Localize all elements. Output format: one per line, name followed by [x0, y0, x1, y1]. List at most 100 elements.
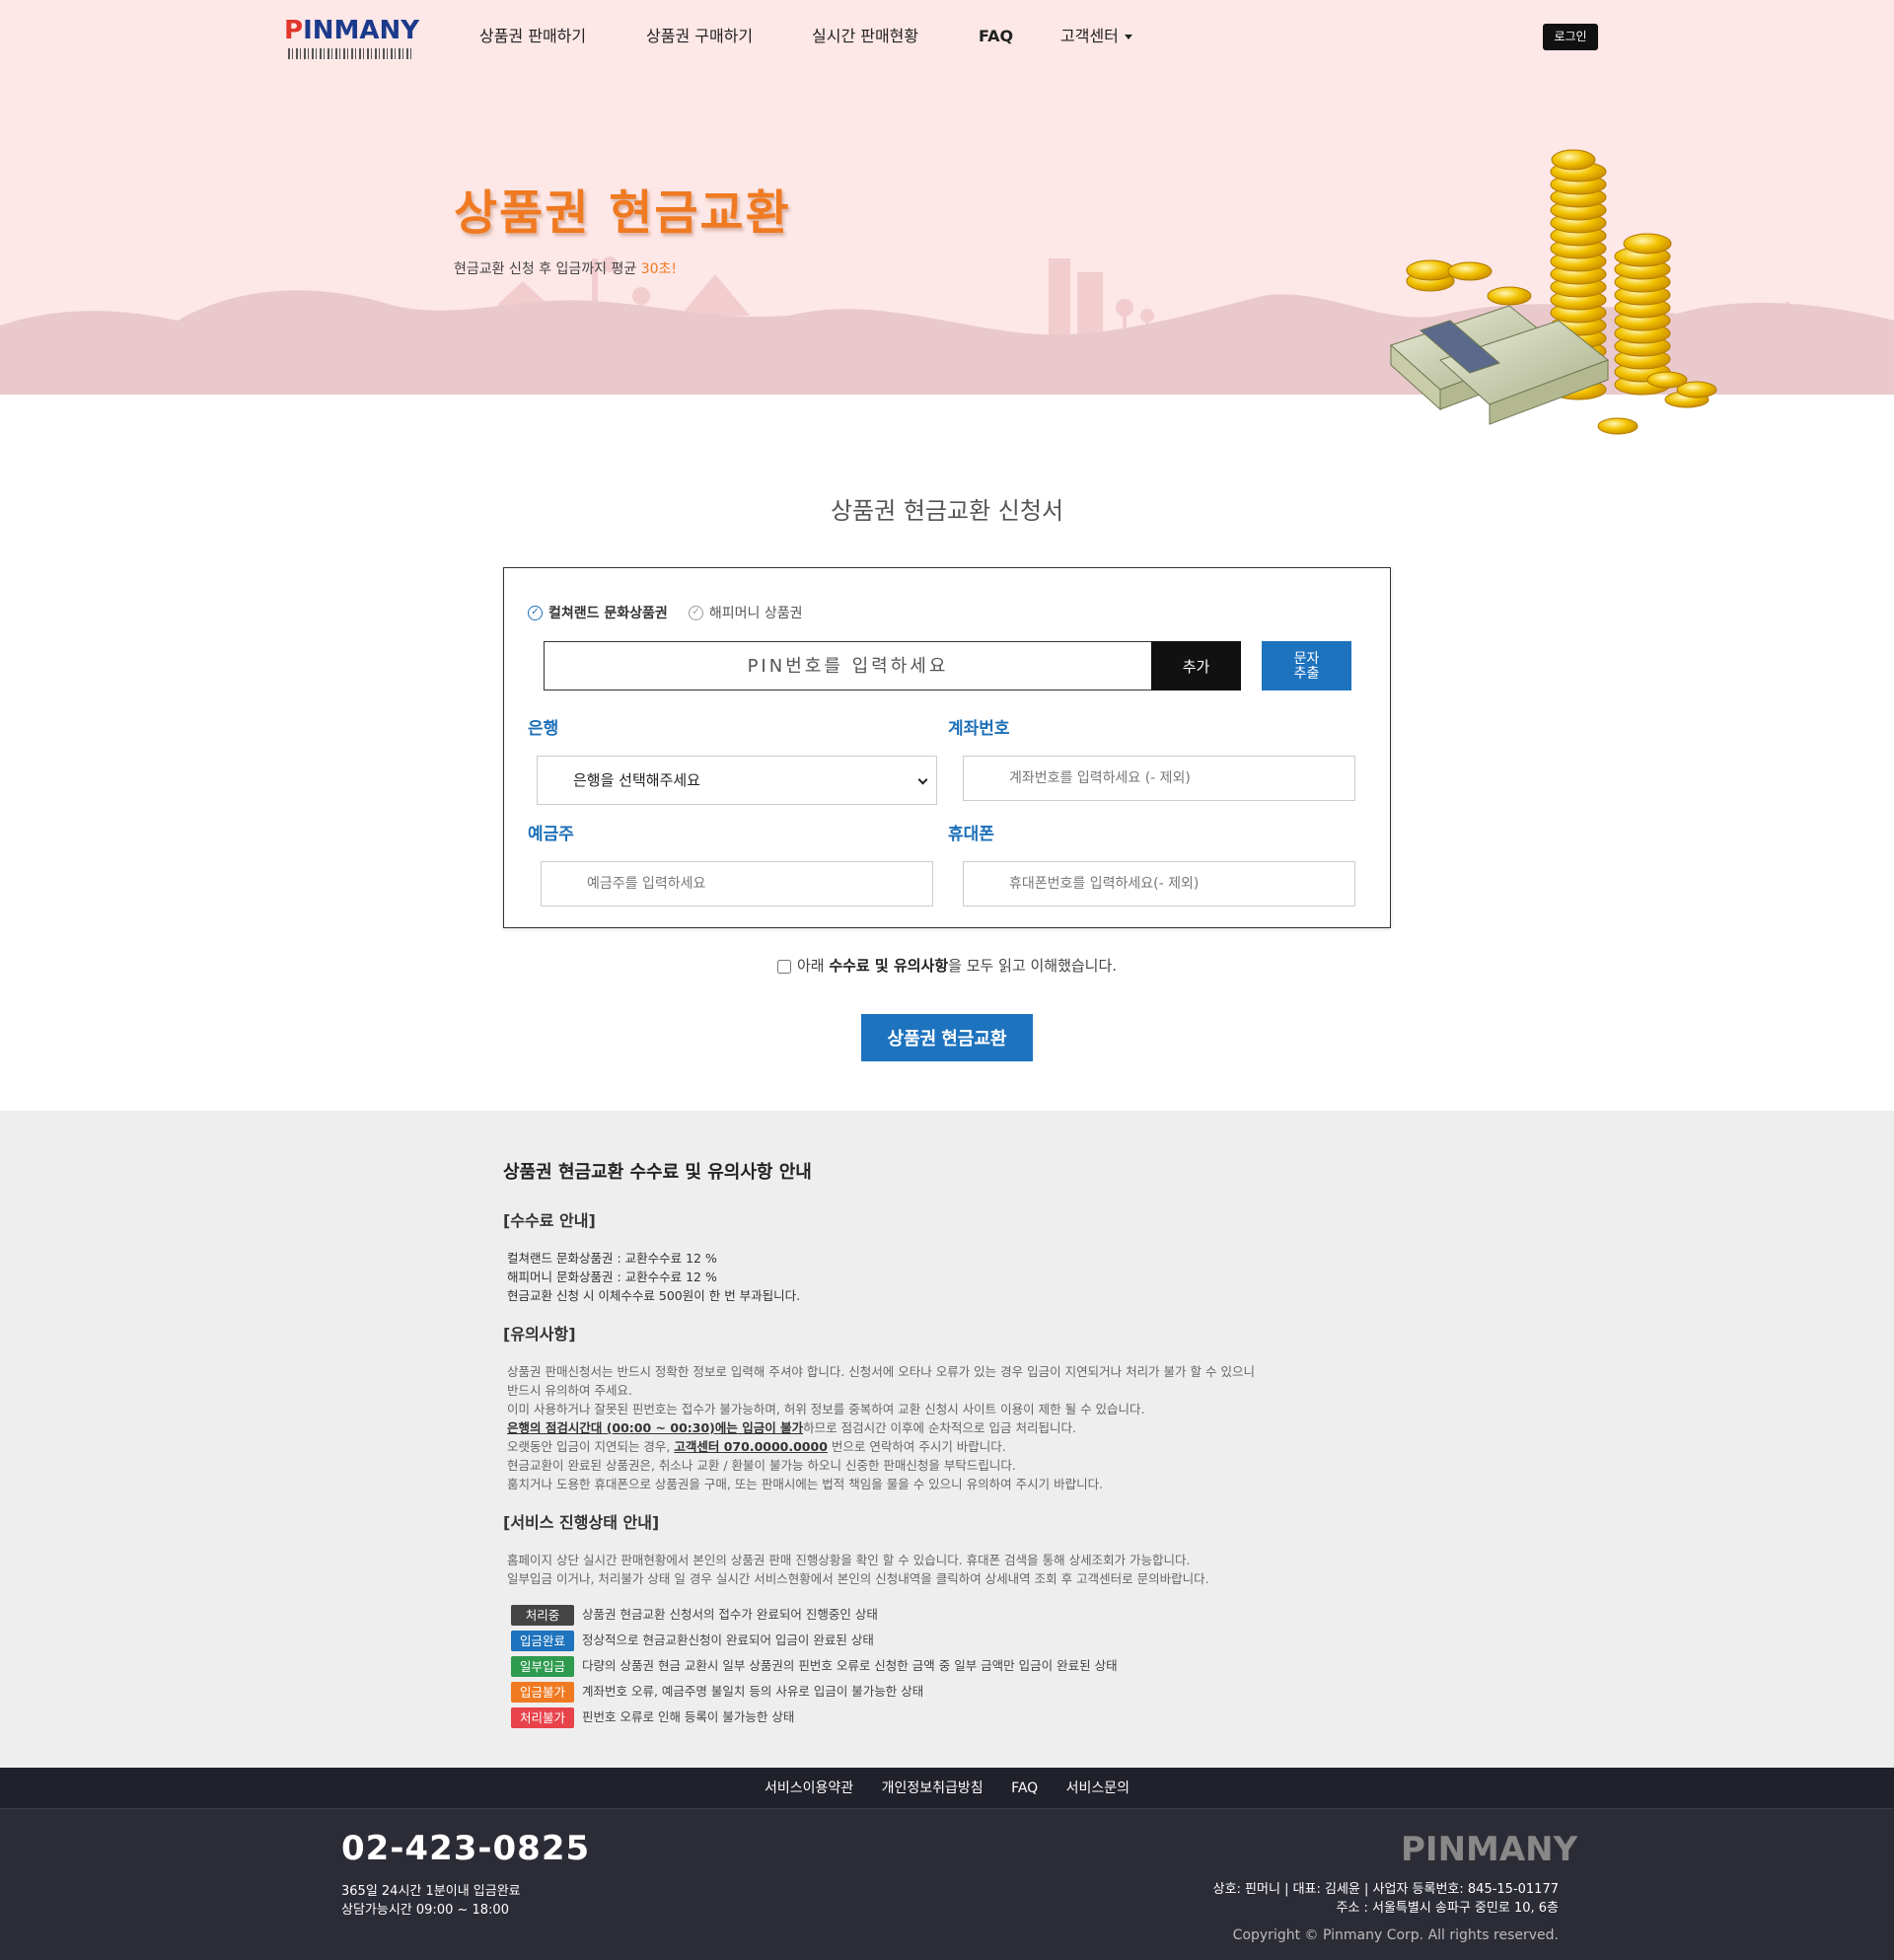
maintenance-notice: 은행의 점검시간대 (00:00 ~ 00:30)에는 입금이 불가 — [507, 1420, 804, 1435]
footer-link-terms[interactable]: 서비스이용약관 — [765, 1780, 853, 1796]
caution-line: 상품권 판매신청서는 반드시 정확한 정보로 입력해 주셔야 합니다. 신청서에… — [507, 1364, 1255, 1379]
caution-title: [유의사항] — [503, 1325, 576, 1343]
radio-happymoney-label: 해피머니 상품권 — [708, 605, 803, 621]
agree-text-pre: 아래 — [796, 957, 830, 975]
notice-title: 상품권 현금교환 수수료 및 유의사항 안내 — [503, 1162, 812, 1183]
status-row: 처리중 상품권 현금교환 신청서의 접수가 완료되어 진행중인 상태 — [511, 1604, 1391, 1630]
nav-buy[interactable]: 상품권 구매하기 — [646, 25, 753, 48]
nav-support-label: 고객센터 — [1060, 27, 1119, 45]
status-badge: 처리중 — [511, 1605, 574, 1626]
status-row: 입금불가 계좌번호 오류, 예금주명 불일치 등의 사유로 입금이 불가능한 상태 — [511, 1681, 1391, 1706]
caution-line: 반드시 유의하여 주세요. — [507, 1383, 632, 1398]
agree-text-strong: 수수료 및 유의사항 — [829, 957, 949, 975]
support-phone-link[interactable]: 고객센터 070.0000.0000 — [674, 1439, 828, 1454]
status-badge: 처리불가 — [511, 1707, 574, 1728]
status-desc: 정상적으로 현금교환신청이 완료되어 입금이 완료된 상태 — [582, 1633, 874, 1647]
voucher-type-radios: ✓ 컬쳐랜드 문화상품권 ✓ 해피머니 상품권 — [528, 602, 819, 621]
footer-company-info: 상호: 핀머니 | 대표: 김세윤 | 사업자 등록번호: 845-15-011… — [986, 1880, 1559, 1918]
footer-link-inquiry[interactable]: 서비스문의 — [1066, 1780, 1129, 1796]
account-holder-input[interactable] — [541, 861, 933, 907]
radio-happymoney[interactable]: ✓ 해피머니 상품권 — [688, 603, 803, 622]
fee-line: 해피머니 문화상품권 : 교환수수료 12 % — [507, 1270, 717, 1284]
fee-block: [수수료 안내] 컬쳐랜드 문화상품권 : 교환수수료 12 % 해피머니 문화… — [503, 1207, 1391, 1305]
footer-logo-wordmark: PINMANY — [1401, 1830, 1578, 1869]
radio-cultureland-label: 컬쳐랜드 문화상품권 — [548, 605, 668, 621]
footer-phone: 02-423-0825 — [341, 1829, 591, 1868]
status-desc: 상품권 현금교환 신청서의 접수가 완료되어 진행중인 상태 — [582, 1607, 878, 1622]
hero-subtitle-accent: 30초! — [640, 261, 678, 277]
service-line: 홈페이지 상단 실시간 판매현황에서 본인의 상품권 판매 진행상황을 확인 할… — [507, 1553, 1191, 1567]
footer-hours-line: 365일 24시간 1분이내 입금완료 — [341, 1884, 521, 1899]
hero-subtitle-text: 현금교환 신청 후 입금까지 평균 — [454, 261, 641, 277]
caution-line: 현금교환이 완료된 상품권은, 취소나 교환 / 환불이 불가능 하오니 신중한… — [507, 1458, 1016, 1473]
check-circle-icon: ✓ — [688, 606, 703, 620]
status-badge: 일부입금 — [511, 1656, 574, 1677]
footer-links: 서비스이용약관 개인정보취급방침 FAQ 서비스문의 — [0, 1768, 1894, 1809]
status-legend: 처리중 상품권 현금교환 신청서의 접수가 완료되어 진행중인 상태 입금완료 정상… — [511, 1604, 1391, 1732]
logo-rest: INMANY — [303, 16, 420, 45]
phone-input[interactable] — [963, 861, 1355, 907]
footer-logo: PINMANY — [1401, 1829, 1578, 1870]
bank-label: 은행 — [528, 719, 559, 739]
caution-line-rest: 하므로 점검시간 이후에 순차적으로 입금 처리됩니다. — [803, 1420, 1076, 1435]
form-title: 상품권 현금교환 신청서 — [830, 497, 1064, 525]
status-desc: 핀번호 오류로 인해 등록이 불가능한 상태 — [582, 1709, 795, 1724]
caution-line: 오랫동안 입금이 지연되는 경우, 고객센터 070.0000.0000 번으로… — [507, 1437, 1391, 1456]
notice-section: 상품권 현금교환 수수료 및 유의사항 안내 [수수료 안내] 컬쳐랜드 문화상… — [0, 1111, 1894, 1768]
add-pin-button[interactable]: 추가 — [1151, 641, 1241, 690]
caution-line: 은행의 점검시간대 (00:00 ~ 00:30)에는 입금이 불가하므로 점검… — [507, 1418, 1391, 1437]
service-block: [서비스 진행상태 안내] 홈페이지 상단 실시간 판매현황에서 본인의 상품권… — [503, 1509, 1391, 1732]
service-line: 일부입금 이거나, 처리불가 상태 일 경우 실시간 서비스현황에서 본인의 신… — [507, 1571, 1209, 1586]
logo-wordmark: PINMANY — [284, 16, 420, 45]
bank-select-value: 은행을 선택해주세요 — [573, 771, 700, 789]
caution-line-pre: 오랫동안 입금이 지연되는 경우, — [507, 1439, 675, 1454]
status-row: 처리불가 핀번호 오류로 인해 등록이 불가능한 상태 — [511, 1706, 1391, 1732]
notice-content: 상품권 현금교환 수수료 및 유의사항 안내 [수수료 안내] 컬쳐랜드 문화상… — [503, 1158, 1391, 1748]
barcode-stripe — [288, 48, 412, 59]
nav-faq[interactable]: FAQ — [979, 25, 1013, 48]
pin-input[interactable] — [544, 641, 1152, 690]
application-form: ✓ 컬쳐랜드 문화상품권 ✓ 해피머니 상품권 추가 문자 추출 은행 계좌번호 은… — [503, 567, 1391, 928]
holder-label: 예금주 — [528, 825, 574, 844]
status-row: 입금완료 정상적으로 현금교환신청이 완료되어 입금이 완료된 상태 — [511, 1630, 1391, 1655]
caret-down-icon — [1124, 35, 1132, 39]
footer-link-faq[interactable]: FAQ — [1011, 1780, 1038, 1796]
sms-extract-button[interactable]: 문자 추출 — [1262, 641, 1351, 690]
hero-title: 상품권 현금교환 — [454, 185, 791, 241]
caution-line: 이미 사용하거나 잘못된 핀번호는 접수가 불가능하며, 허위 정보를 중복하여… — [507, 1402, 1145, 1416]
footer-hours: 365일 24시간 1분이내 입금완료 상담가능시간 09:00 ~ 18:00 — [341, 1882, 521, 1920]
footer: 02-423-0825 365일 24시간 1분이내 입금완료 상담가능시간 0… — [0, 1809, 1894, 1960]
footer-link-privacy[interactable]: 개인정보취급방침 — [882, 1780, 983, 1796]
caution-block: [유의사항] 상품권 판매신청서는 반드시 정확한 정보로 입력해 주셔야 합니… — [503, 1321, 1391, 1493]
radio-cultureland[interactable]: ✓ 컬쳐랜드 문화상품권 — [528, 603, 668, 622]
money-coins-illustration — [1390, 149, 1717, 435]
fee-line: 컬쳐랜드 문화상품권 : 교환수수료 12 % — [507, 1251, 717, 1266]
fee-title: [수수료 안내] — [503, 1211, 596, 1230]
check-circle-icon: ✓ — [528, 606, 543, 620]
bank-select[interactable]: 은행을 선택해주세요 — [537, 756, 937, 805]
agree-row: 아래 수수료 및 유의사항을 모두 읽고 이해했습니다. — [0, 955, 1894, 976]
caution-line-post: 번으로 연락하여 주시기 바랍니다. — [827, 1439, 1006, 1454]
nav-support[interactable]: 고객센터 — [1060, 25, 1132, 48]
nav-realtime[interactable]: 실시간 판매현황 — [812, 25, 918, 48]
pinmany-logo[interactable]: PINMANY — [284, 16, 420, 59]
status-row: 일부입금 다량의 상품권 현금 교환시 일부 상품권의 핀번호 오류로 신청한 금… — [511, 1655, 1391, 1681]
footer-info-line: 주소 : 서울특별시 송파구 중민로 10, 6층 — [1336, 1901, 1559, 1916]
agree-text-post: 을 모두 읽고 이해했습니다. — [948, 957, 1118, 975]
status-badge: 입금불가 — [511, 1682, 574, 1703]
submit-exchange-button[interactable]: 상품권 현금교환 — [861, 1014, 1033, 1061]
status-desc: 계좌번호 오류, 예금주명 불일치 등의 사유로 입금이 불가능한 상태 — [582, 1684, 924, 1699]
hero-subtitle: 현금교환 신청 후 입금까지 평균 30초! — [454, 258, 677, 278]
agree-checkbox[interactable] — [776, 959, 791, 974]
footer-hours-line: 상담가능시간 09:00 ~ 18:00 — [341, 1903, 509, 1918]
top-navbar: PINMANY 상품권 판매하기 상품권 구매하기 실시간 판매현황 FAQ 고… — [0, 0, 1894, 75]
copyright: Copyright © Pinmany Corp. All rights res… — [1232, 1927, 1559, 1943]
nav-sell[interactable]: 상품권 판매하기 — [479, 25, 586, 48]
chevron-down-icon — [917, 774, 928, 785]
service-title: [서비스 진행상태 안내] — [503, 1513, 660, 1532]
footer-info-line: 상호: 핀머니 | 대표: 김세윤 | 사업자 등록번호: 845-15-011… — [1212, 1882, 1559, 1897]
login-button[interactable]: 로그인 — [1543, 24, 1598, 50]
status-badge: 입금완료 — [511, 1631, 574, 1651]
account-number-input[interactable] — [963, 756, 1355, 801]
phone-label: 휴대폰 — [948, 825, 994, 844]
